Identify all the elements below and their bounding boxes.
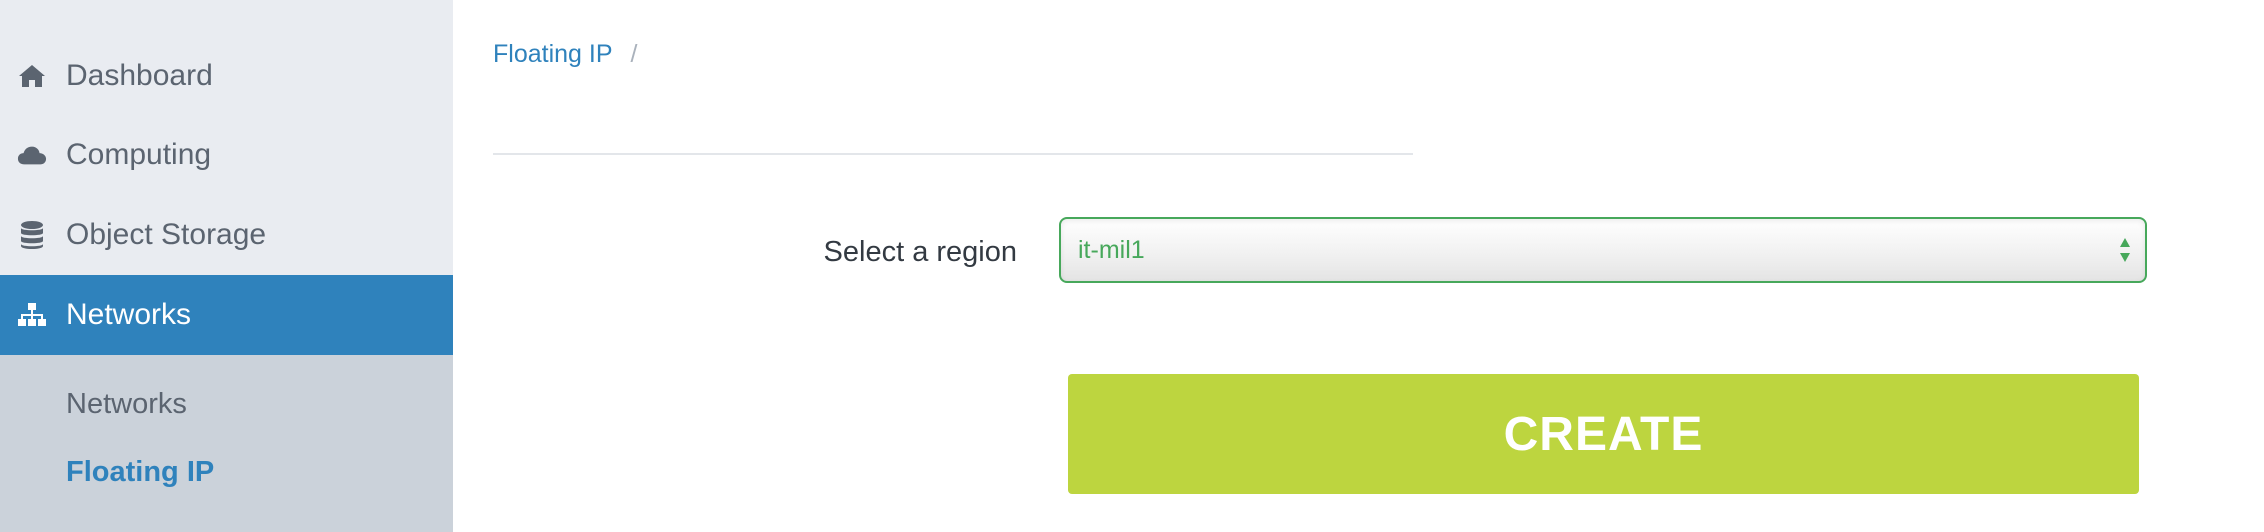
sidebar-item-label: Computing (66, 138, 212, 171)
app: Dashboard Computing Object Storage Netwo… (0, 0, 2264, 532)
breadcrumb-item-floating-ip[interactable]: Floating IP (493, 40, 613, 69)
home-icon (17, 61, 47, 91)
sidebar-item-label: Dashboard (66, 59, 213, 92)
sidebar-item-label: Object Storage (66, 218, 267, 251)
sidebar: Dashboard Computing Object Storage Netwo… (0, 0, 453, 532)
sidebar-subnav: Networks Floating IP (0, 355, 453, 532)
sidebar-item-networks[interactable]: Networks (0, 275, 453, 355)
database-icon (17, 220, 47, 250)
region-select[interactable]: it-mil1 (1059, 217, 2147, 283)
sidebar-item-dashboard[interactable]: Dashboard (0, 36, 453, 116)
sidebar-item-computing[interactable]: Computing (0, 115, 453, 195)
region-label: Select a region (823, 236, 1017, 268)
header-divider (493, 153, 1413, 155)
sidebar-item-label: Networks (66, 298, 192, 331)
sidebar-item-object-storage[interactable]: Object Storage (0, 195, 453, 275)
subnav-item-networks[interactable]: Networks (66, 388, 187, 421)
select-arrows-icon (2119, 237, 2131, 263)
breadcrumb-separator: / (630, 40, 638, 68)
breadcrumb: Floating IP / (493, 40, 637, 69)
region-select-value: it-mil1 (1078, 235, 1145, 264)
subnav-item-floating-ip[interactable]: Floating IP (66, 456, 214, 489)
sitemap-icon (17, 300, 47, 330)
create-button[interactable]: CREATE (1068, 374, 2139, 494)
cloud-icon (17, 140, 47, 170)
